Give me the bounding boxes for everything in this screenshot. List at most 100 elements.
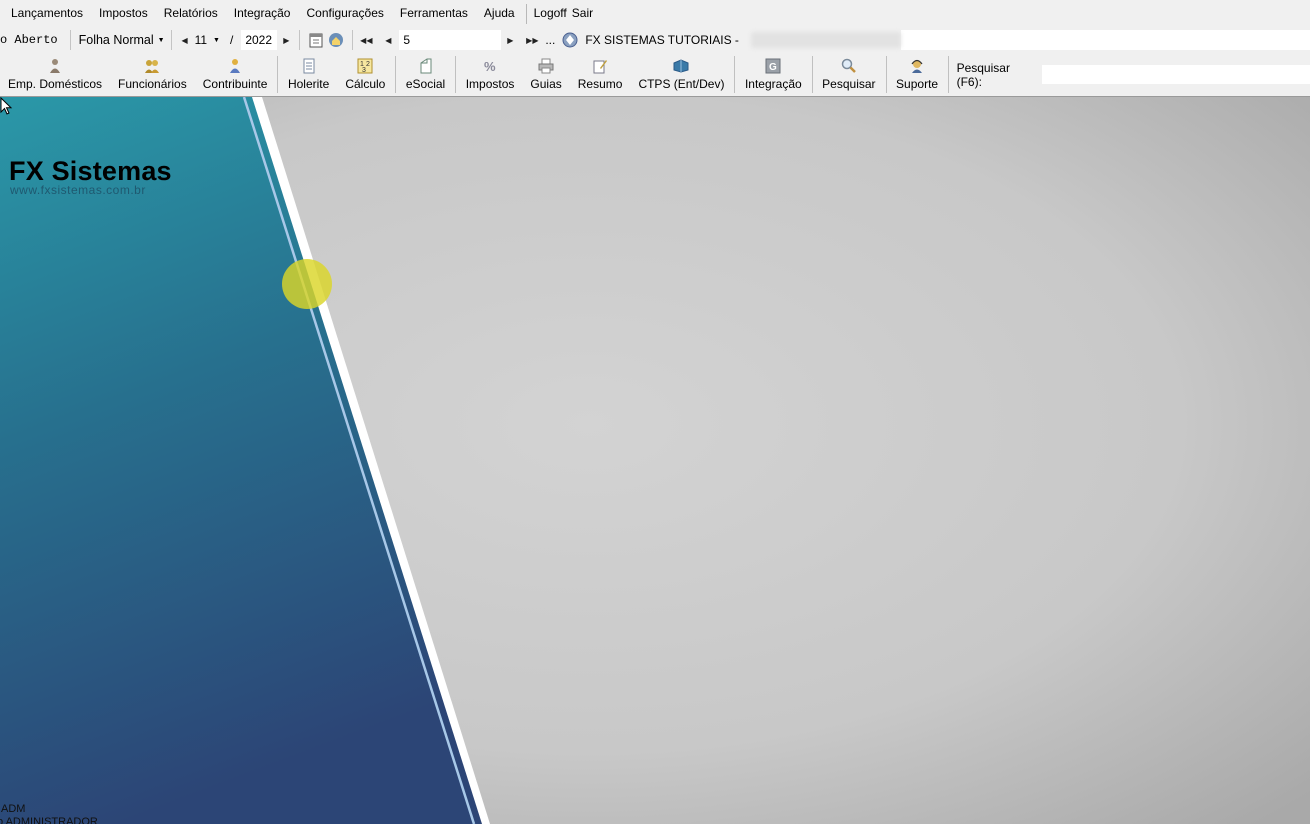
mouse-cursor-icon (0, 97, 13, 115)
payslip-icon (301, 58, 317, 74)
menu-sair[interactable]: Sair (572, 0, 601, 27)
company-search-button[interactable]: ... (545, 33, 555, 47)
divider (352, 30, 354, 50)
main-toolbar: Emp. Domésticos Funcionários Contribuint… (0, 53, 1310, 97)
toolbar-divider (277, 56, 278, 93)
ctps-button[interactable]: CTPS (Ent/Dev) (630, 53, 732, 96)
taxes-icon: % (482, 58, 498, 74)
calculator-icon: 123 (357, 58, 373, 74)
esocial-button[interactable]: eSocial (398, 53, 453, 96)
toolbar-divider (734, 56, 735, 93)
last-record-icon[interactable]: ▶▶ (525, 36, 539, 45)
search-area: Pesquisar (F6): (957, 53, 1310, 96)
chevron-down-icon: ▼ (213, 36, 220, 44)
esocial-icon (418, 58, 434, 74)
calculo-button[interactable]: 123 Cálculo (337, 53, 393, 96)
background-artwork (0, 97, 1310, 824)
ctps-label: CTPS (Ent/Dev) (638, 77, 725, 91)
funcionarios-button[interactable]: Funcionários (110, 53, 195, 96)
status-user: ADM (1, 803, 26, 815)
home-icon[interactable] (327, 31, 345, 49)
svg-text:G: G (769, 62, 777, 73)
funcionarios-label: Funcionários (118, 77, 187, 91)
impostos-button[interactable]: % Impostos (458, 53, 523, 96)
divider (170, 30, 172, 50)
company-name-field (900, 30, 1310, 50)
prev-month-icon[interactable]: ◀ (178, 36, 192, 45)
integracao-button[interactable]: G Integração (737, 53, 810, 96)
resumo-button[interactable]: Resumo (570, 53, 631, 96)
esocial-label: eSocial (405, 77, 446, 91)
contributor-icon (227, 58, 243, 74)
company-name: FX SISTEMAS TUTORIAIS - (585, 33, 739, 47)
next-record-icon[interactable]: ▶ (503, 36, 517, 45)
divider (299, 30, 301, 50)
integration-icon: G (765, 58, 781, 74)
period-status: o Aberto (0, 33, 58, 47)
payroll-type-value: Folha Normal (78, 33, 154, 47)
status-username: o ADMINISTRADOR (0, 816, 98, 824)
payroll-type-dropdown[interactable]: Folha Normal ▼ (79, 33, 165, 47)
contribuinte-label: Contribuinte (202, 77, 268, 91)
month-value: 11 (194, 33, 208, 47)
toolbar-divider (455, 56, 456, 93)
menu-impostos[interactable]: Impostos (91, 0, 156, 27)
magnifier-icon (841, 58, 857, 74)
menu-lancamentos[interactable]: Lançamentos (0, 0, 91, 27)
holerite-label: Holerite (287, 77, 330, 91)
guias-button[interactable]: Guias (522, 53, 569, 96)
impostos-label: Impostos (465, 77, 515, 91)
company-code-field[interactable]: 5 (399, 30, 502, 50)
prev-record-icon[interactable]: ◀ (381, 36, 395, 45)
svg-text:%: % (484, 59, 496, 74)
chevron-down-icon: ▼ (157, 36, 165, 44)
summary-icon (592, 58, 608, 74)
divider (69, 30, 71, 50)
next-month-icon[interactable]: ▶ (279, 36, 293, 45)
svg-text:2: 2 (366, 61, 370, 68)
printer-icon (538, 58, 554, 74)
date-separator: / (229, 33, 234, 47)
period-bar: o Aberto Folha Normal ▼ ◀ 11 ▼ / 2022 ▶ … (0, 28, 1310, 52)
toolbar-divider (885, 56, 887, 93)
menu-relatorios[interactable]: Relatórios (156, 0, 226, 27)
search-input[interactable] (1042, 65, 1310, 84)
emp-domesticos-button[interactable]: Emp. Domésticos (0, 53, 110, 96)
toolbar-divider (948, 56, 949, 93)
first-record-icon[interactable]: ◀◀ (359, 36, 373, 45)
toolbar-divider (811, 56, 813, 93)
resumo-label: Resumo (577, 77, 623, 91)
emp-domesticos-label: Emp. Domésticos (8, 77, 103, 91)
guias-label: Guias (530, 77, 562, 91)
month-dropdown[interactable]: 11 ▼ (195, 33, 220, 47)
menu-divider (525, 3, 527, 24)
year-field[interactable]: 2022 (241, 30, 278, 50)
brand-url: www.fxsistemas.com.br (10, 183, 146, 197)
calendar-icon[interactable] (307, 31, 325, 49)
svg-text:3: 3 (362, 67, 366, 74)
cursor-highlight (282, 259, 332, 309)
support-icon (909, 58, 925, 74)
search-label: Pesquisar (F6): (956, 60, 1010, 89)
employees-icon (144, 58, 160, 74)
ctps-icon (673, 58, 689, 74)
integracao-label: Integração (744, 77, 802, 91)
suporte-label: Suporte (896, 77, 939, 91)
menu-ferramentas[interactable]: Ferramentas (392, 0, 476, 27)
menu-bar: Lançamentos Impostos Relatórios Integraç… (0, 0, 1310, 27)
pesquisar-label: Pesquisar (822, 77, 876, 91)
suporte-button[interactable]: Suporte (888, 53, 946, 96)
company-info-icon[interactable] (561, 31, 579, 49)
menu-logoff[interactable]: Logoff (530, 0, 572, 27)
domestic-employer-icon (47, 58, 63, 74)
company-name-redacted (750, 32, 901, 48)
holerite-button[interactable]: Holerite (280, 53, 337, 96)
contribuinte-button[interactable]: Contribuinte (195, 53, 276, 96)
main-background: FX Sistemas www.fxsistemas.com.br ADM o … (0, 97, 1310, 824)
menu-configuracoes[interactable]: Configurações (298, 0, 391, 27)
menu-integracao[interactable]: Integração (226, 0, 299, 27)
calculo-label: Cálculo (345, 77, 386, 91)
pesquisar-button[interactable]: Pesquisar (814, 53, 883, 96)
menu-ajuda[interactable]: Ajuda (476, 0, 523, 27)
toolbar-divider (395, 56, 396, 93)
